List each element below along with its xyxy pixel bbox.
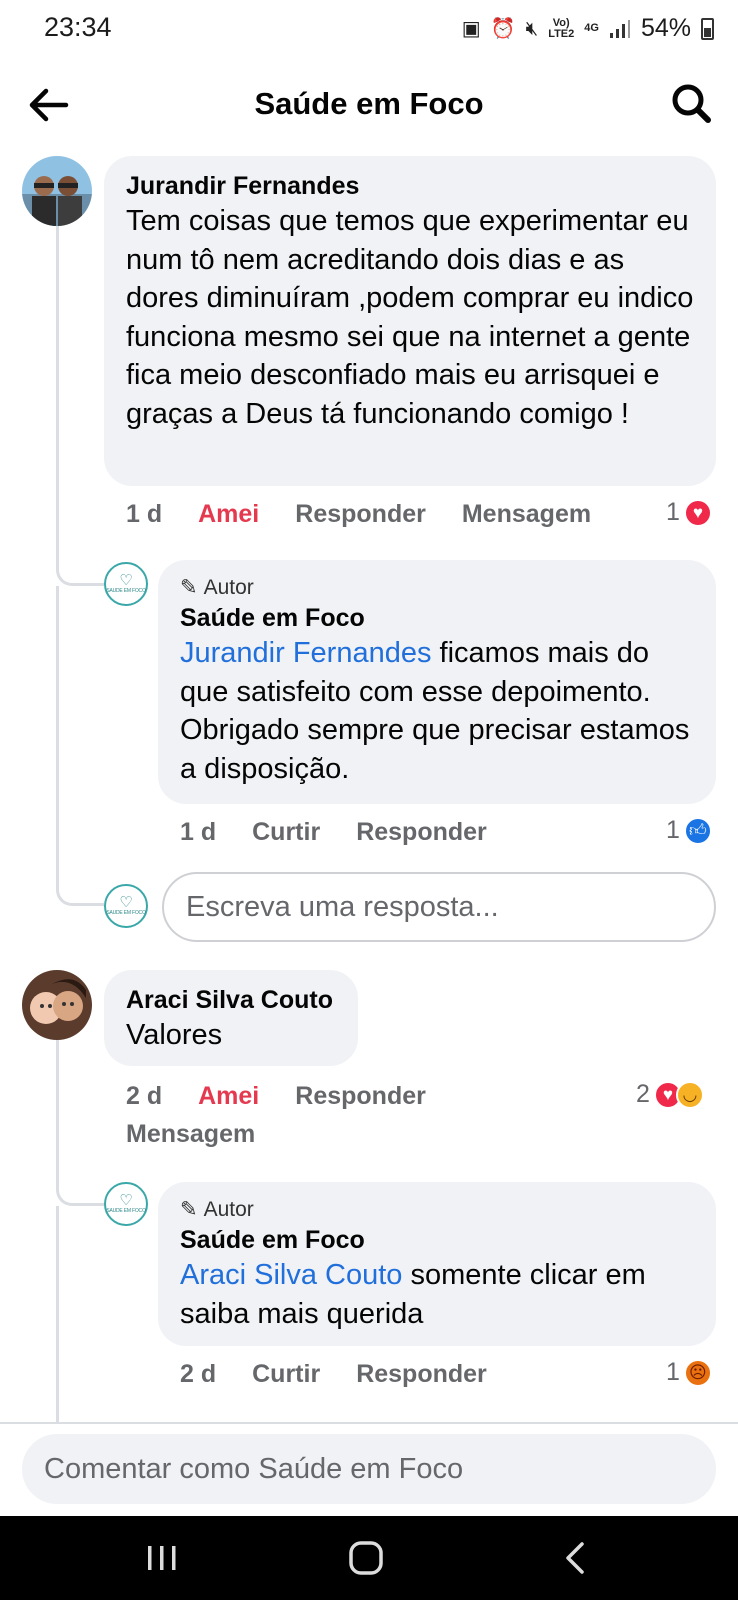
- comment-author[interactable]: Jurandir Fernandes: [126, 170, 694, 202]
- author-badge: ✎ Autor: [180, 1196, 694, 1224]
- reply-author[interactable]: Saúde em Foco: [180, 1224, 694, 1256]
- notification-icon: ▣: [461, 17, 481, 40]
- thread-line: [56, 586, 59, 866]
- reaction-summary[interactable]: 1 👍︎: [666, 816, 712, 845]
- alarm-icon: ⏰: [490, 17, 516, 40]
- avatar[interactable]: [22, 156, 92, 226]
- comment-author[interactable]: Araci Silva Couto: [126, 984, 336, 1016]
- logo-mark: SAUDE EM FOCO: [106, 588, 146, 594]
- recents-icon[interactable]: [140, 1538, 184, 1578]
- battery-percent: 54%: [640, 14, 691, 42]
- pencil-icon: ✎: [180, 576, 198, 599]
- status-time: 23:34: [44, 12, 112, 42]
- pencil-icon: ✎: [180, 1198, 198, 1221]
- author-badge-label: Autor: [203, 1198, 254, 1221]
- love-action[interactable]: Amei: [198, 1082, 259, 1111]
- heart-logo-icon: ♡: [119, 894, 133, 911]
- android-nav-bar: [0, 1516, 738, 1600]
- reply-author[interactable]: Saúde em Foco: [180, 602, 694, 634]
- message-action[interactable]: Mensagem: [462, 500, 591, 529]
- reply-time[interactable]: 2 d: [180, 1360, 216, 1389]
- reply-action[interactable]: Responder: [356, 1360, 487, 1389]
- comment-time[interactable]: 2 d: [126, 1082, 162, 1111]
- thread-elbow: [56, 540, 104, 586]
- battery-icon: [701, 17, 714, 40]
- mute-icon: 🔇︎: [525, 17, 539, 40]
- heart-logo-icon: ♡: [119, 1192, 133, 1209]
- reply-bubble: ✎ Autor Saúde em Foco Jurandir Fernandes…: [158, 560, 716, 804]
- like-action[interactable]: Curtir: [252, 818, 320, 847]
- page-avatar[interactable]: ♡ SAUDE EM FOCO: [104, 562, 148, 606]
- reply-input[interactable]: Escreva uma resposta...: [162, 872, 716, 942]
- avatar[interactable]: [22, 970, 92, 1040]
- comment-bubble: Araci Silva Couto Valores: [104, 970, 358, 1066]
- signal-icon: [609, 19, 630, 38]
- reply-action[interactable]: Responder: [295, 1082, 426, 1111]
- love-reaction-icon: ♥: [683, 498, 712, 527]
- status-bar: 23:34 ▣ ⏰ 🔇︎ Vo) LTE2 4G 54%: [0, 0, 738, 56]
- divider: [0, 1422, 738, 1424]
- reply-actions: 2 d Curtir Responder: [180, 1360, 523, 1389]
- volte-icon: Vo) LTE2: [548, 16, 575, 40]
- thread-elbow: [56, 860, 104, 906]
- page-avatar[interactable]: ♡ SAUDE EM FOCO: [104, 1182, 148, 1226]
- reply-actions: 1 d Curtir Responder: [180, 818, 523, 847]
- love-action[interactable]: Amei: [198, 500, 259, 529]
- mention-link[interactable]: Araci Silva Couto: [180, 1259, 402, 1291]
- reaction-count: 1: [666, 816, 680, 844]
- logo-mark: SAUDE EM FOCO: [106, 1208, 146, 1214]
- reaction-count: 1: [666, 498, 680, 526]
- reply-text: Araci Silva Couto somente clicar em saib…: [180, 1256, 694, 1333]
- comment-text: Valores: [126, 1019, 223, 1051]
- mention-link[interactable]: Jurandir Fernandes: [180, 637, 431, 669]
- 4g-icon: 4G: [584, 22, 599, 34]
- reply-bubble: ✎ Autor Saúde em Foco Araci Silva Couto …: [158, 1182, 716, 1346]
- reaction-count: 1: [666, 1358, 680, 1386]
- page-title: Saúde em Foco: [254, 86, 484, 121]
- page-avatar: ♡ SAUDE EM FOCO: [104, 884, 148, 928]
- reaction-count: 2: [636, 1080, 650, 1108]
- author-badge: ✎ Autor: [180, 574, 694, 602]
- comment-actions: 1 d Amei Responder Mensagem: [126, 500, 627, 529]
- search-icon[interactable]: [668, 80, 714, 126]
- message-action[interactable]: Mensagem: [126, 1120, 255, 1149]
- thread-line: [56, 224, 59, 554]
- like-reaction-icon: 👍︎: [683, 816, 712, 845]
- back-nav-icon[interactable]: [556, 1538, 600, 1578]
- comment-actions: 2 d Amei Responder: [126, 1082, 462, 1111]
- thread-line: [56, 1206, 59, 1422]
- reaction-summary[interactable]: 1 ♥: [666, 498, 712, 527]
- logo-mark: SAUDE EM FOCO: [106, 910, 146, 916]
- reaction-summary[interactable]: 2 ♥ ◡: [636, 1080, 704, 1109]
- comment-actions-wrap: Mensagem: [126, 1120, 291, 1149]
- reply-text: Jurandir Fernandes ficamos mais do que s…: [180, 634, 694, 788]
- home-icon[interactable]: [346, 1538, 390, 1578]
- comment-time[interactable]: 1 d: [126, 500, 162, 529]
- reply-action[interactable]: Responder: [356, 818, 487, 847]
- header: Saúde em Foco: [0, 62, 738, 148]
- reply-action[interactable]: Responder: [295, 500, 426, 529]
- heart-logo-icon: ♡: [119, 572, 133, 589]
- haha-reaction-icon: ◡: [675, 1080, 704, 1109]
- comment-composer[interactable]: Comentar como Saúde em Foco: [22, 1434, 716, 1504]
- angry-reaction-icon: ☹: [683, 1358, 712, 1387]
- thread-elbow: [56, 1160, 104, 1206]
- reply-time[interactable]: 1 d: [180, 818, 216, 847]
- comment-text: Tem coisas que temos que experimentar eu…: [126, 205, 694, 430]
- like-action[interactable]: Curtir: [252, 1360, 320, 1389]
- comment-bubble: Jurandir Fernandes Tem coisas que temos …: [104, 156, 716, 486]
- status-icons: ▣ ⏰ 🔇︎ Vo) LTE2 4G 54%: [462, 14, 714, 43]
- reaction-summary[interactable]: 1 ☹: [666, 1358, 712, 1387]
- author-badge-label: Autor: [203, 576, 254, 599]
